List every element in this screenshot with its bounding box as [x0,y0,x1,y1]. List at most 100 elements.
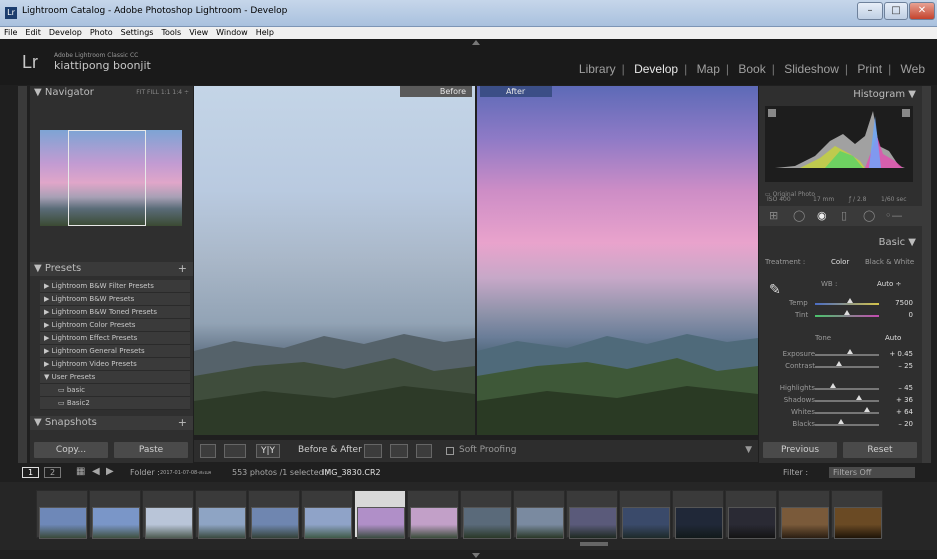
original-photo-toggle[interactable]: ▭ Original Photo [765,191,815,198]
preset-folder[interactable]: ▶ Lightroom Color Presets [40,319,190,332]
before-after-yy-button[interactable]: Y|Y [256,444,280,458]
module-slideshow[interactable]: Slideshow [778,62,845,76]
module-print[interactable]: Print [851,62,888,76]
copy-after-to-before-icon[interactable] [390,444,408,458]
preset-item[interactable]: ▭ basic [40,384,190,397]
menu-settings[interactable]: Settings [117,27,158,39]
filmstrip-thumbnail[interactable] [725,490,777,539]
filmstrip-thumbnail[interactable] [36,490,88,539]
maximize-button[interactable]: □ [884,2,908,20]
tone-slider-knob[interactable] [837,419,844,424]
filmstrip-thumbnail[interactable] [831,490,883,539]
tint-slider-knob[interactable] [844,310,850,315]
tint-value[interactable]: 0 [887,311,913,319]
tone-slider-knob[interactable] [864,407,871,412]
treatment-bw[interactable]: Black & White [865,258,914,266]
filmstrip-thumbnail[interactable] [619,490,671,539]
menu-help[interactable]: Help [252,27,278,39]
preset-folder[interactable]: ▶ Lightroom General Presets [40,345,190,358]
module-web[interactable]: Web [895,62,931,76]
module-map[interactable]: Map [691,62,726,76]
add-snapshot-icon[interactable]: + [178,416,187,430]
tone-slider-value[interactable]: + 64 [881,408,913,416]
adjustment-brush-icon[interactable]: ◦— [885,209,903,222]
collapse-bottom-icon[interactable] [472,553,480,558]
tint-slider[interactable] [815,315,879,317]
menu-file[interactable]: File [0,27,21,39]
red-eye-icon[interactable]: ◉ [817,209,827,222]
left-panel-toggle[interactable] [18,86,27,463]
filmstrip-scrollbar[interactable] [580,542,608,546]
previous-button[interactable]: Previous [763,442,837,458]
preset-folder[interactable]: ▶ Lightroom B&W Filter Presets [40,280,190,293]
preset-item[interactable]: ▭ Basic2 [40,397,190,410]
menu-tools[interactable]: Tools [157,27,185,39]
crop-tool-icon[interactable]: ⊞ [769,209,778,222]
tone-slider-track[interactable] [815,412,879,414]
preset-folder[interactable]: ▶ Lightroom Video Presets [40,358,190,371]
tone-slider-value[interactable]: + 0.45 [881,350,913,358]
navigator-header[interactable]: ▼ Navigator FIT FILL 1:1 1:4 ÷ [30,86,193,100]
module-book[interactable]: Book [732,62,771,76]
tone-slider-value[interactable]: + 36 [881,396,913,404]
tone-slider-track[interactable] [815,424,879,426]
soft-proofing-checkbox[interactable] [446,447,454,455]
tone-slider-track[interactable] [815,388,879,390]
loupe-view-icon[interactable] [200,444,216,458]
navigator-viewport-box[interactable] [68,130,146,226]
treatment-color[interactable]: Color [831,258,849,266]
filmstrip-thumbnail[interactable] [407,490,459,539]
filmstrip-thumbnail[interactable] [142,490,194,539]
menu-photo[interactable]: Photo [86,27,117,39]
grid-view-icon[interactable]: ▦ [76,466,85,477]
second-window-button[interactable]: 2 [44,467,62,478]
filmstrip-thumbnail[interactable] [460,490,512,539]
menu-window[interactable]: Window [212,27,252,39]
tone-slider-value[interactable]: – 20 [881,420,913,428]
navigator-zoom-options[interactable]: FIT FILL 1:1 1:4 ÷ [136,86,189,100]
after-image[interactable] [477,86,758,435]
right-panel-toggle[interactable] [922,86,931,463]
close-button[interactable]: ✕ [909,2,935,20]
tone-slider-value[interactable]: – 45 [881,384,913,392]
temp-value[interactable]: 7500 [887,299,913,307]
filter-dropdown[interactable]: Filters Off [829,467,915,478]
paste-button[interactable]: Paste [114,442,188,458]
copy-button[interactable]: Copy... [34,442,108,458]
tone-slider-knob[interactable] [836,361,843,366]
tone-slider-track[interactable] [815,354,879,356]
selected-file[interactable]: IMG_3830.CR2 [322,468,381,477]
filmstrip-thumbnail[interactable] [566,490,618,539]
preset-folder[interactable]: ▶ Lightroom B&W Presets [40,293,190,306]
white-balance-picker-icon[interactable]: ✎ [769,282,781,298]
radial-filter-icon[interactable]: ◯ [863,209,875,222]
histogram-header[interactable]: Histogram ▼ [759,88,922,102]
reset-button[interactable]: Reset [843,442,917,458]
graduated-filter-icon[interactable]: ▯ [841,209,847,222]
histogram[interactable]: ISO 400 17 mm ƒ / 2.8 1/60 sec [765,106,913,203]
tone-slider-knob[interactable] [829,383,836,388]
filmstrip-thumbnail[interactable] [89,490,141,539]
temp-slider[interactable] [815,303,879,305]
basic-header[interactable]: Basic ▼ [759,236,922,250]
tone-slider-knob[interactable] [855,395,862,400]
tone-auto-button[interactable]: Auto [885,334,901,342]
module-develop[interactable]: Develop [628,62,684,76]
folder-name[interactable]: 2017-01-07-08-สะแค [160,469,211,477]
wb-value[interactable]: Auto ÷ [877,280,901,288]
before-image[interactable] [194,86,475,435]
filmstrip-thumbnail[interactable] [301,490,353,539]
menu-view[interactable]: View [185,27,212,39]
preset-folder[interactable]: ▶ Lightroom Effect Presets [40,332,190,345]
back-arrow-icon[interactable]: ◀ [92,466,100,477]
filmstrip-thumbnail[interactable] [672,490,724,539]
temp-slider-knob[interactable] [847,298,854,303]
minimize-button[interactable]: – [857,2,883,20]
collapse-top-icon[interactable] [472,40,480,45]
main-window-button[interactable]: 1 [22,467,40,478]
filmstrip-thumbnail[interactable] [248,490,300,539]
filmstrip-thumbnail[interactable] [778,490,830,539]
filmstrip-thumbnail[interactable] [513,490,565,539]
preset-folder-user[interactable]: ▼ User Presets [40,371,190,384]
tone-slider-track[interactable] [815,400,879,402]
